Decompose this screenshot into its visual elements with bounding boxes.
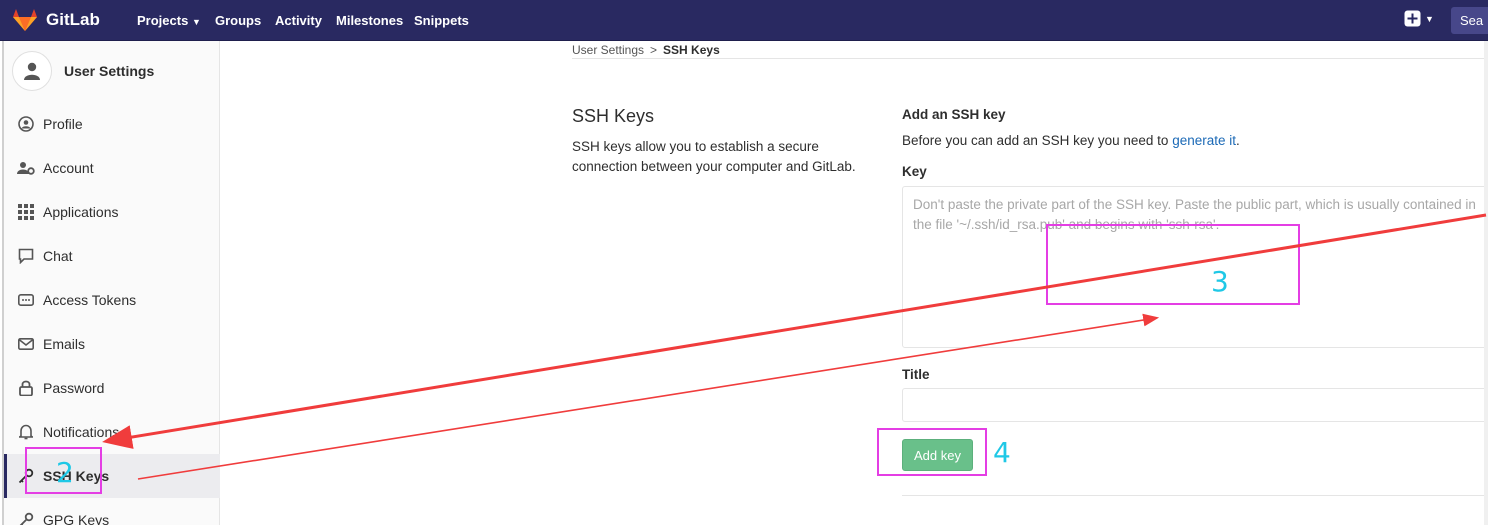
sidebar-item-label: Applications [43, 204, 119, 220]
sidebar-item-emails[interactable]: Emails [4, 322, 220, 366]
chevron-down-icon: ▼ [191, 17, 201, 27]
sidebar-item-label: Profile [43, 116, 83, 132]
sidebar-item-applications[interactable]: Applications [4, 190, 220, 234]
breadcrumb-current[interactable]: SSH Keys [663, 43, 720, 57]
form-intro-text: Before you can add an SSH key you need t… [902, 133, 1169, 148]
breadcrumb: User Settings > SSH Keys [572, 43, 720, 57]
scrollbar[interactable] [1484, 41, 1488, 525]
nav-projects-label: Projects [137, 13, 189, 28]
sidebar-item-label: Access Tokens [43, 292, 137, 308]
title-label: Title [902, 367, 930, 382]
sidebar-item-label: Emails [43, 336, 86, 352]
account-gears-icon [17, 159, 35, 177]
form-intro: Before you can add an SSH key you need t… [902, 133, 1240, 148]
generate-it-link[interactable]: generate it [1172, 133, 1236, 148]
plus-square-icon [1404, 10, 1421, 27]
sidebar-item-access-tokens[interactable]: Access Tokens [4, 278, 220, 322]
sidebar-item-label: GPG Keys [43, 512, 110, 525]
sidebar-item-label: Notifications [43, 424, 120, 440]
search-input[interactable]: Sea [1451, 7, 1488, 34]
form-heading: Add an SSH key [902, 107, 1006, 122]
annotation-number-4: 4 [993, 436, 1011, 469]
annotation-number-2: 2 [56, 456, 74, 489]
gitlab-logo-icon [13, 9, 37, 31]
chat-bubble-icon [17, 247, 35, 265]
sidebar-title: User Settings [64, 63, 155, 79]
user-icon [24, 62, 40, 80]
nav-milestones[interactable]: Milestones [336, 13, 403, 28]
top-navbar: GitLab Projects ▼ Groups Activity Milest… [0, 0, 1488, 41]
lock-icon [17, 379, 35, 397]
page-title: SSH Keys [572, 106, 655, 126]
form-divider [902, 495, 1488, 496]
key-icon [17, 511, 35, 525]
annotation-box-3 [1046, 224, 1300, 305]
breadcrumb-divider [572, 58, 1488, 59]
sidebar-item-label: Account [43, 160, 94, 176]
sidebar-header[interactable]: User Settings [12, 51, 154, 91]
nav-groups[interactable]: Groups [215, 13, 261, 28]
sidebar-item-chat[interactable]: Chat [4, 234, 220, 278]
breadcrumb-separator: > [650, 43, 658, 57]
brand-name: GitLab [46, 10, 100, 29]
nav-activity[interactable]: Activity [275, 13, 322, 28]
annotation-box-4 [877, 428, 987, 476]
annotation-number-3: 3 [1211, 265, 1229, 298]
avatar [12, 51, 52, 91]
profile-icon [17, 115, 35, 133]
title-input[interactable] [902, 388, 1488, 422]
sidebar-item-password[interactable]: Password [4, 366, 220, 410]
envelope-icon [17, 335, 35, 353]
nav-snippets[interactable]: Snippets [414, 13, 469, 28]
form-intro-end: . [1236, 133, 1240, 148]
gitlab-brand[interactable]: GitLab [12, 8, 100, 32]
applications-grid-icon [17, 203, 35, 221]
sidebar-item-gpg-keys[interactable]: GPG Keys [4, 498, 220, 525]
sidebar-item-label: Password [43, 380, 105, 396]
access-token-icon [17, 291, 35, 309]
breadcrumb-parent[interactable]: User Settings [572, 43, 644, 57]
sidebar-item-profile[interactable]: Profile [4, 102, 220, 146]
new-dropdown-button[interactable]: ▼ [1404, 10, 1434, 27]
section-description: SSH keys allow you to establish a secure… [572, 139, 856, 174]
sidebar-item-label: Chat [43, 248, 73, 264]
chevron-down-icon: ▼ [1425, 13, 1434, 24]
nav-projects[interactable]: Projects ▼ [137, 13, 201, 28]
sidebar-item-account[interactable]: Account [4, 146, 220, 190]
bell-icon [17, 423, 35, 441]
key-label: Key [902, 164, 927, 179]
